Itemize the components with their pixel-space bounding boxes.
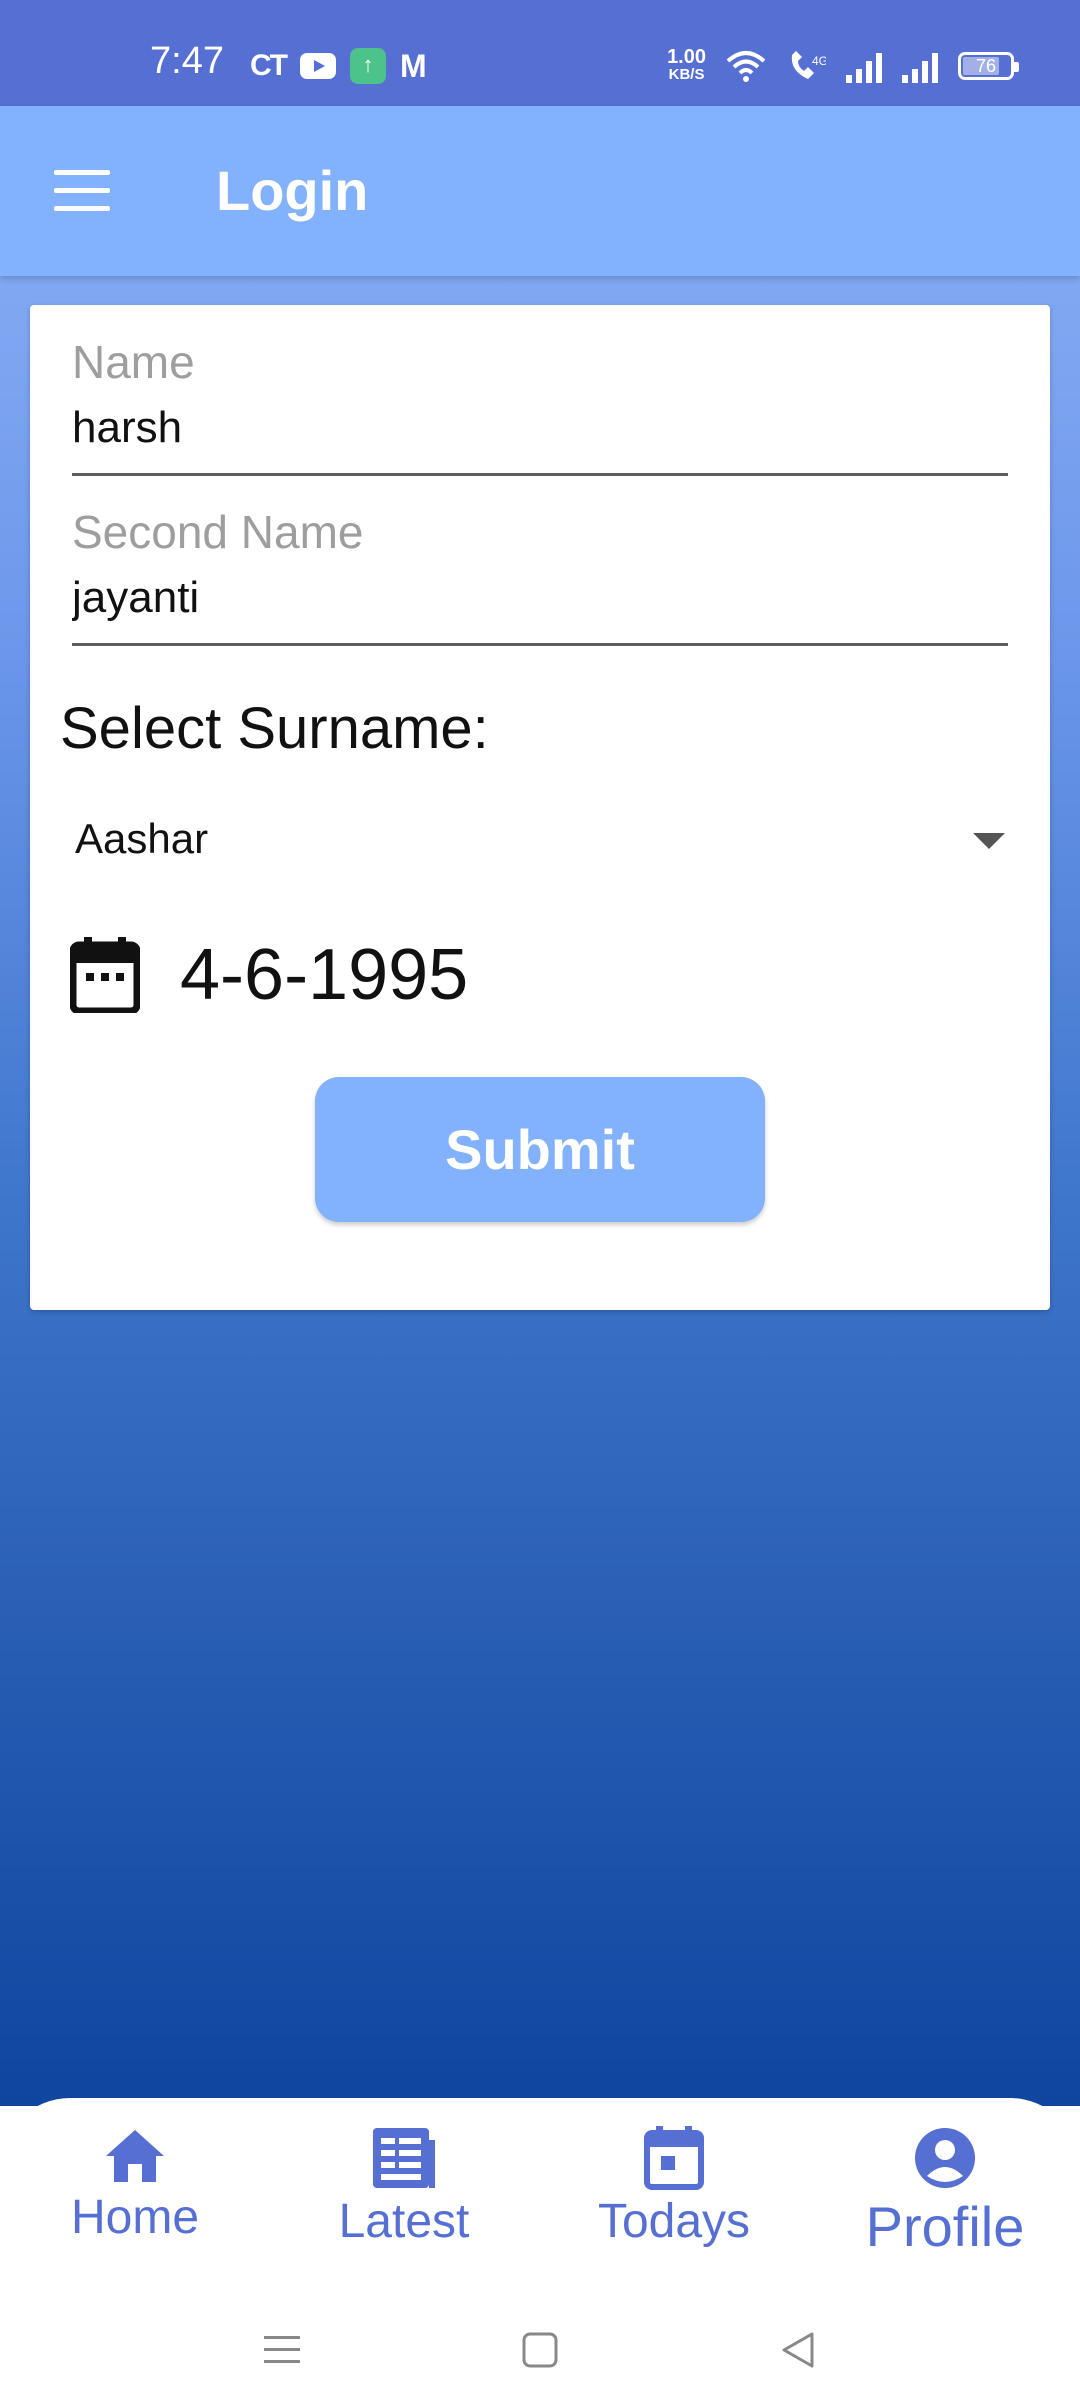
- name-field-group: Name: [72, 335, 1008, 476]
- hamburger-menu-icon[interactable]: [54, 170, 114, 216]
- second-name-field-group: Second Name: [72, 505, 1008, 646]
- nav-item-todays[interactable]: Todays: [574, 2126, 774, 2249]
- submit-button[interactable]: Submit: [315, 1077, 765, 1222]
- account-circle-icon: [915, 2128, 975, 2188]
- battery-icon: 76: [958, 52, 1019, 80]
- network-speed-value: 1.00: [667, 46, 706, 68]
- calendar-icon[interactable]: [70, 937, 140, 1013]
- select-surname-heading: Select Surname:: [60, 696, 489, 761]
- home-button-icon[interactable]: [520, 2330, 560, 2370]
- nav-item-profile[interactable]: Profile: [845, 2126, 1045, 2259]
- network-speed-unit: KB/S: [668, 66, 705, 83]
- status-bar: 7:47 CT M 1.00 KB/S 4G: [0, 0, 1080, 106]
- calendar-today-icon: [644, 2126, 704, 2190]
- second-name-label: Second Name: [72, 506, 364, 558]
- date-value: 4-6-1995: [180, 935, 469, 1015]
- name-label: Name: [72, 336, 195, 388]
- signal-icon-2: [902, 49, 938, 83]
- newspaper-icon: [373, 2128, 435, 2188]
- login-form-card: Name Second Name Select Surname: Aashar …: [30, 305, 1050, 1310]
- nav-item-latest[interactable]: Latest: [304, 2126, 504, 2249]
- ct-icon: CT: [250, 49, 288, 82]
- recent-apps-icon[interactable]: [262, 2330, 302, 2370]
- system-navigation-bar: [0, 2298, 1080, 2400]
- nav-label-latest: Latest: [338, 2195, 470, 2248]
- network-speed: 1.00 KB/S: [667, 46, 706, 84]
- nav-label-home: Home: [70, 2191, 200, 2244]
- wifi-icon: [726, 51, 766, 82]
- gmail-icon: M: [400, 48, 427, 84]
- nav-label-todays: Todays: [597, 2195, 751, 2248]
- status-time: 7:47: [150, 40, 224, 82]
- home-icon: [106, 2130, 164, 2182]
- svg-text:4G: 4G: [812, 54, 826, 68]
- dropdown-arrow-icon: [973, 833, 1005, 849]
- screen: 7:47 CT M 1.00 KB/S 4G: [0, 0, 1080, 2400]
- second-name-input[interactable]: [72, 559, 1008, 646]
- page-title: Login: [216, 159, 369, 222]
- nav-label-profile: Profile: [865, 2195, 1025, 2258]
- notification-icons: CT M: [250, 48, 427, 84]
- app-bar: Login: [0, 106, 1080, 276]
- upload-app-icon: [350, 48, 386, 84]
- battery-level: 76: [975, 56, 997, 76]
- signal-icon-1: [846, 49, 882, 83]
- name-input[interactable]: [72, 389, 1008, 476]
- back-icon[interactable]: [778, 2330, 818, 2370]
- bottom-navigation: Home Latest Todays Profile: [0, 2098, 1080, 2298]
- system-status-icons: 1.00 KB/S 4G 76: [667, 46, 1019, 84]
- surname-selected-value: Aashar: [75, 815, 209, 862]
- date-picker[interactable]: 4-6-1995: [70, 925, 468, 1025]
- nav-item-home[interactable]: Home: [35, 2126, 235, 2245]
- youtube-icon: [300, 53, 336, 79]
- surname-dropdown[interactable]: Aashar: [75, 805, 1005, 885]
- volte-call-icon: 4G: [791, 51, 826, 79]
